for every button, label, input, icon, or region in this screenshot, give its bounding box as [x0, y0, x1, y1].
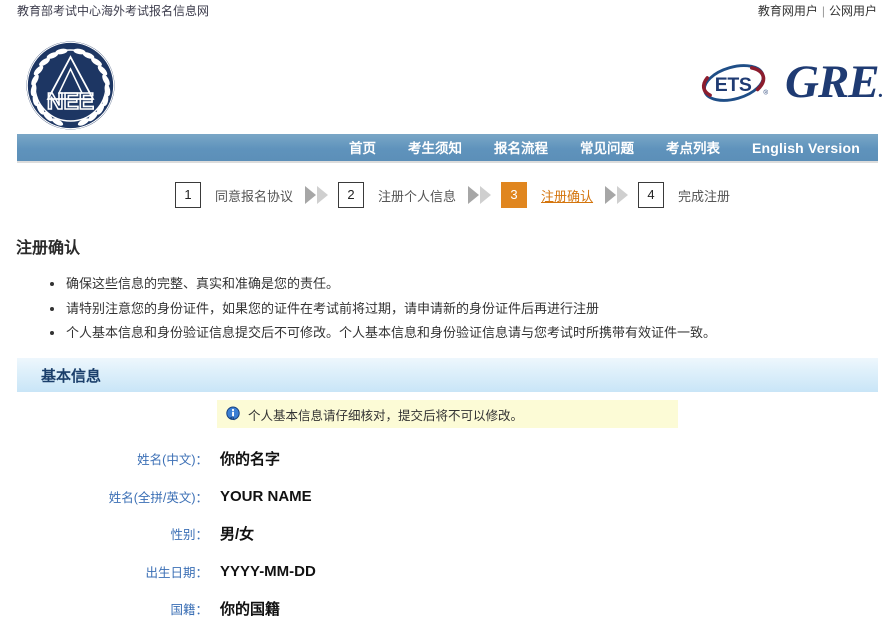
step-2-label[interactable]: 注册个人信息 — [364, 186, 468, 205]
step-wizard: 1 同意报名协议 2 注册个人信息 3 注册确认 4 完成注册 — [175, 182, 742, 208]
step-4-number: 4 — [638, 182, 665, 208]
step-3-label[interactable]: 注册确认 — [527, 186, 605, 205]
field-label-birthdate: 出生日期： — [145, 565, 208, 580]
page-title: 注册确认 — [16, 240, 81, 257]
step-3-number: 3 — [501, 182, 528, 208]
svg-text:ETS: ETS — [715, 74, 752, 96]
field-label-name-chinese: 姓名(中文)： — [137, 453, 208, 468]
gre-logo-dot: . — [878, 80, 884, 102]
field-row-nationality: 国籍： 你的国籍 — [0, 590, 895, 621]
note-item: 请特别注意您的身份证件，如果您的证件在考试前将过期，请申请新的身份证件后再进行注… — [50, 297, 856, 322]
edu-network-user-link[interactable]: 教育网用户 — [758, 4, 818, 18]
field-row-name-chinese: 姓名(中文)： 你的名字 — [0, 440, 895, 478]
user-links: 教育网用户 | 公网用户 — [758, 2, 877, 19]
info-notice-box: 个人基本信息请仔细核对，提交后将不可以修改。 — [217, 400, 678, 428]
field-label-nationality: 国籍： — [170, 603, 208, 618]
field-label-name-english: 姓名(全拼/英文)： — [108, 490, 208, 505]
public-network-user-link[interactable]: 公网用户 — [829, 4, 877, 18]
link-separator: | — [821, 4, 825, 18]
field-row-name-english: 姓名(全拼/英文)： YOUR NAME — [0, 478, 895, 516]
gre-logo-text: GRE — [785, 56, 880, 108]
step-arrow-3 — [605, 186, 629, 204]
step-1-number: 1 — [175, 182, 201, 208]
notes-list: 确保这些信息的完整、真实和准确是您的责任。 请特别注意您的身份证件，如果您的证件… — [16, 272, 856, 346]
site-header: NEE ETS ® GRE. — [0, 20, 895, 133]
basic-info-form: 姓名(中文)： 你的名字 姓名(全拼/英文)： YOUR NAME 性别： 男/… — [0, 440, 895, 621]
field-label-gender: 性别： — [170, 528, 208, 543]
field-value-nationality: 你的国籍 — [220, 601, 281, 619]
section-title: 基本信息 — [41, 368, 102, 385]
step-2-number: 2 — [338, 182, 365, 208]
chevron-right-icon — [605, 186, 617, 204]
top-utility-bar: 教育部考试中心海外考试报名信息网 教育网用户 | 公网用户 — [0, 0, 895, 20]
step-4-label: 完成注册 — [678, 188, 731, 204]
chevron-right-icon — [617, 186, 629, 204]
field-value-name-english: YOUR NAME — [220, 487, 312, 505]
chevron-right-icon — [480, 186, 492, 204]
note-item: 确保这些信息的完整、真实和准确是您的责任。 — [50, 272, 856, 297]
info-icon — [226, 406, 240, 421]
site-name: 教育部考试中心海外考试报名信息网 — [17, 4, 210, 18]
step-1-label[interactable]: 同意报名协议 — [201, 186, 305, 205]
step-arrow-1 — [305, 186, 329, 204]
basic-info-section-header: 基本信息 — [17, 358, 878, 392]
nav-items: 首页 考生须知 报名流程 常见问题 考点列表 English Version — [333, 134, 872, 163]
page-root: 教育部考试中心海外考试报名信息网 教育网用户 | 公网用户 NEE ETS ® … — [0, 0, 895, 621]
field-value-birthdate: YYYY-MM-DD — [220, 562, 316, 580]
neea-logo-letters: NEE — [47, 88, 94, 114]
chevron-right-icon — [468, 186, 480, 204]
ets-logo-icon: ETS ® — [701, 64, 768, 102]
chevron-right-icon — [317, 186, 329, 204]
field-row-birthdate: 出生日期： YYYY-MM-DD — [0, 553, 895, 591]
nav-test-taker-notice[interactable]: 考生须知 — [392, 134, 478, 163]
step-arrow-2 — [468, 186, 492, 204]
nav-registration-process[interactable]: 报名流程 — [478, 134, 564, 163]
nav-english-version[interactable]: English Version — [736, 134, 872, 163]
chevron-right-icon — [305, 186, 317, 204]
nav-faq[interactable]: 常见问题 — [564, 134, 650, 163]
field-value-gender: 男/女 — [220, 526, 255, 544]
nav-test-center-list[interactable]: 考点列表 — [650, 134, 736, 163]
nav-home[interactable]: 首页 — [333, 134, 392, 163]
main-navigation: 首页 考生须知 报名流程 常见问题 考点列表 English Version — [17, 134, 878, 163]
notice-text: 个人基本信息请仔细核对，提交后将不可以修改。 — [248, 408, 524, 423]
svg-text:®: ® — [763, 89, 768, 97]
gre-logo: GRE. — [785, 59, 884, 112]
field-value-name-chinese: 你的名字 — [220, 451, 281, 469]
field-row-gender: 性别： 男/女 — [0, 515, 895, 553]
neea-logo-icon: NEE — [26, 41, 115, 130]
note-item: 个人基本信息和身份验证信息提交后不可修改。个人基本信息和身份验证信息请与您考试时… — [50, 321, 856, 346]
